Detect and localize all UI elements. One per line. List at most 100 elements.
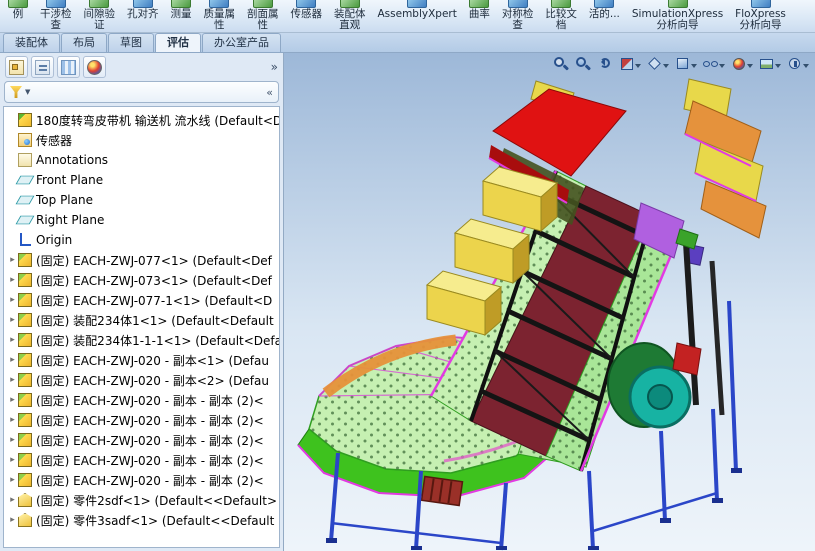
tree-item[interactable]: ▸ (固定) EACH-ZWJ-020 - 副本 - 副本 (2)< xyxy=(4,410,279,430)
heads-up-button[interactable] xyxy=(758,55,782,73)
expand-arrow-icon[interactable]: ▸ xyxy=(7,435,18,445)
ribbon-button[interactable]: 比较文 档 xyxy=(539,0,583,33)
filter-collapse-chevron-icon[interactable]: « xyxy=(266,86,273,99)
filter-funnel-icon[interactable] xyxy=(10,86,22,98)
tree-item[interactable]: ▸ (固定) EACH-ZWJ-020 - 副本 - 副本 (2)< xyxy=(4,430,279,450)
tree-item[interactable]: ▸ (固定) EACH-ZWJ-020 - 副本 - 副本 (2)< xyxy=(4,390,279,410)
heads-up-button[interactable] xyxy=(646,55,670,73)
yellow-step-2[interactable] xyxy=(455,219,529,283)
ribbon-button[interactable]: 质量属 性 xyxy=(198,0,242,33)
tree-item[interactable]: Top Plane xyxy=(4,190,279,210)
expand-arrow-icon[interactable]: ▸ xyxy=(7,455,18,465)
ribbon-button[interactable]: 传感器 xyxy=(285,0,329,33)
tree-item[interactable]: 180度转弯皮带机 输送机 流水线 (Default<D xyxy=(4,110,279,130)
commandmanager-tab[interactable]: 办公室产品 xyxy=(202,33,281,52)
ribbon-button-label2: 查 xyxy=(512,20,523,31)
panel-tab[interactable] xyxy=(31,56,54,78)
tree-item[interactable]: ▸ (固定) EACH-ZWJ-077-1<1> (Default<D xyxy=(4,290,279,310)
ribbon-button[interactable]: 活的... xyxy=(583,0,626,33)
tree-item[interactable]: ▸ (固定) 零件2sdf<1> (Default<<Default> xyxy=(4,490,279,510)
tree-item[interactable]: 传感器 xyxy=(4,130,279,150)
tree-item[interactable]: ▸ (固定) 装配234体1-1-1<1> (Default<Defau xyxy=(4,330,279,350)
heads-up-button[interactable] xyxy=(702,55,726,73)
icon-part xyxy=(18,493,32,507)
ribbon-button[interactable]: SimulationXpress 分析向导 xyxy=(626,0,729,33)
solidworks-window: 例 干涉检 查 间隙验 证 孔对齐 测量 xyxy=(0,0,815,551)
icon-assembly xyxy=(18,313,32,327)
tree-item[interactable]: ▸ (固定) EACH-ZWJ-077<1> (Default<Def xyxy=(4,250,279,270)
ribbon-button-label: 测量 xyxy=(171,9,192,20)
icon-assembly xyxy=(18,393,32,407)
heads-up-button[interactable] xyxy=(674,55,698,73)
expand-arrow-icon[interactable]: ▸ xyxy=(7,395,18,405)
right-post-2[interactable] xyxy=(712,261,722,415)
ribbon-button[interactable]: 例 xyxy=(2,0,34,33)
expand-arrow-icon[interactable]: ▸ xyxy=(7,495,18,505)
heads-up-button[interactable] xyxy=(618,55,642,73)
expand-arrow-icon[interactable]: ▸ xyxy=(7,355,18,365)
commandmanager-tab[interactable]: 装配体 xyxy=(3,33,60,52)
ribbon-button[interactable]: 对称检 查 xyxy=(496,0,540,33)
ribbon-button[interactable]: 孔对齐 xyxy=(121,0,165,33)
model-canvas[interactable] xyxy=(284,53,815,551)
featuremanager-panel: » ▼ « 180度转弯皮带机 输送机 流水线 (Default<D xyxy=(0,53,284,551)
tree-item-label: (固定) 装配234体1<1> (Default<Default xyxy=(36,312,274,329)
heads-up-button[interactable] xyxy=(596,55,614,73)
tree-item[interactable]: Annotations xyxy=(4,150,279,170)
ribbon-button[interactable]: 间隙验 证 xyxy=(78,0,122,33)
heads-up-button[interactable] xyxy=(786,55,810,73)
tree-item[interactable]: ▸ (固定) 装配234体1<1> (Default<Default xyxy=(4,310,279,330)
expand-arrow-icon[interactable]: ▸ xyxy=(7,275,18,285)
ribbon-button[interactable]: FloXpress 分析向导 xyxy=(729,0,792,33)
tree-item[interactable]: ▸ (固定) EACH-ZWJ-020 - 副本<2> (Defau xyxy=(4,370,279,390)
interference-check-icon xyxy=(46,0,66,8)
tree-item[interactable]: Right Plane xyxy=(4,210,279,230)
tree-item[interactable]: Front Plane xyxy=(4,170,279,190)
tree-item[interactable]: Origin xyxy=(4,230,279,250)
panel-expand-chevron-icon[interactable]: » xyxy=(271,60,278,74)
heads-up-button[interactable] xyxy=(730,55,754,73)
panel-tab[interactable] xyxy=(5,56,28,78)
commandmanager-tab[interactable]: 评估 xyxy=(155,33,201,52)
commandmanager-tab-bar: 装配体 布局 草图 评估 办公室产品 xyxy=(0,33,815,53)
tree-item[interactable]: ▸ (固定) EACH-ZWJ-073<1> (Default<Def xyxy=(4,270,279,290)
ribbon-button[interactable]: 剖面属 性 xyxy=(241,0,285,33)
graphics-area[interactable] xyxy=(284,53,815,551)
hud-dropdown-caret xyxy=(663,64,669,71)
expand-arrow-icon[interactable]: ▸ xyxy=(7,515,18,525)
red-gearbox[interactable] xyxy=(673,343,701,375)
heads-up-button[interactable] xyxy=(552,55,570,73)
right-post-1[interactable] xyxy=(686,243,696,405)
ribbon-button[interactable]: 曲率 xyxy=(463,0,496,33)
expand-arrow-icon[interactable]: ▸ xyxy=(7,335,18,345)
hide-show-items-icon xyxy=(703,56,719,72)
active-docs-icon xyxy=(594,0,614,8)
orange-cascade[interactable] xyxy=(684,79,766,238)
tree-item[interactable]: ▸ (固定) 零件3sadf<1> (Default<<Default xyxy=(4,510,279,530)
expand-arrow-icon[interactable]: ▸ xyxy=(7,375,18,385)
ribbon-button-label: 活的... xyxy=(589,9,620,20)
ribbon-button[interactable]: 测量 xyxy=(165,0,198,33)
drive-motor[interactable] xyxy=(422,476,463,505)
ribbon-button[interactable]: 干涉检 查 xyxy=(34,0,78,33)
expand-arrow-icon[interactable]: ▸ xyxy=(7,315,18,325)
panel-tab[interactable] xyxy=(83,56,106,78)
expand-arrow-icon[interactable]: ▸ xyxy=(7,415,18,425)
commandmanager-tab[interactable]: 草图 xyxy=(108,33,154,52)
filter-caret-icon[interactable]: ▼ xyxy=(25,88,30,96)
ribbon-button[interactable]: 装配体 直观 xyxy=(328,0,372,33)
tree-item[interactable]: ▸ (固定) EACH-ZWJ-020 - 副本 - 副本 (2)< xyxy=(4,450,279,470)
expand-arrow-icon[interactable]: ▸ xyxy=(7,295,18,305)
feature-tree-filter-bar[interactable]: ▼ « xyxy=(4,81,279,103)
tree-item[interactable]: ▸ (固定) EACH-ZWJ-020 - 副本 - 副本 (2)< xyxy=(4,470,279,490)
tree-item[interactable]: ▸ (固定) EACH-ZWJ-020 - 副本<1> (Defau xyxy=(4,350,279,370)
conveyor-model[interactable] xyxy=(298,79,766,550)
panel-tab-bar: » xyxy=(0,53,283,81)
commandmanager-tab[interactable]: 布局 xyxy=(61,33,107,52)
expand-arrow-icon[interactable]: ▸ xyxy=(7,475,18,485)
panel-tab[interactable] xyxy=(57,56,80,78)
ribbon-button[interactable]: AssemblyXpert xyxy=(372,0,463,33)
heads-up-button[interactable] xyxy=(574,55,592,73)
yellow-step-3[interactable] xyxy=(427,271,501,335)
expand-arrow-icon[interactable]: ▸ xyxy=(7,255,18,265)
